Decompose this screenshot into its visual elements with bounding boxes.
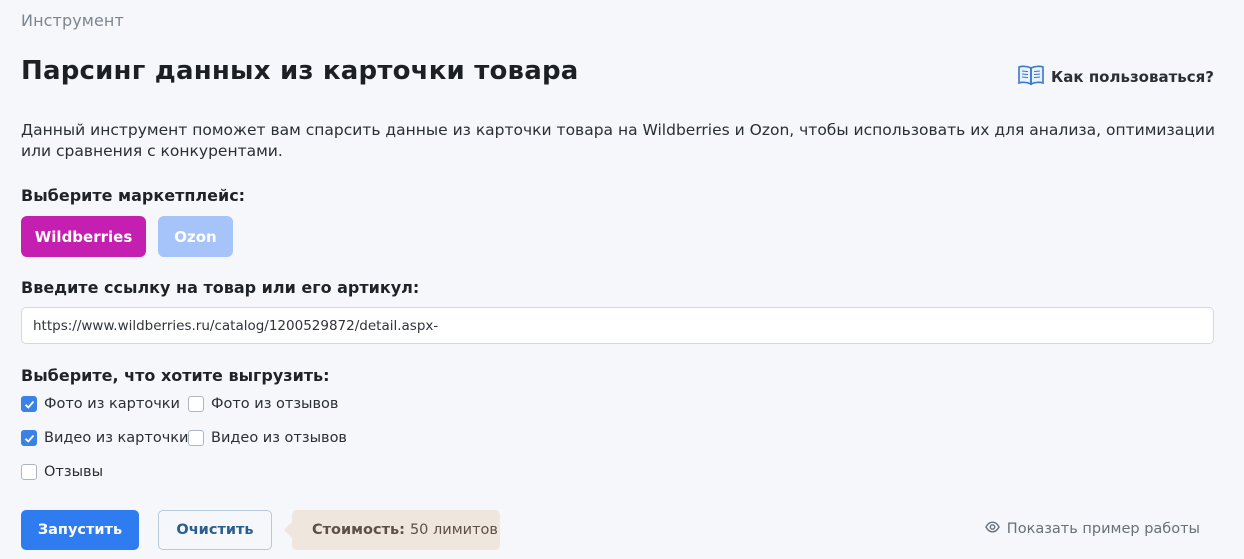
run-button[interactable]: Запустить <box>21 510 139 550</box>
cost-label: Стоимость: <box>312 522 405 538</box>
tool-description: Данный инструмент поможет вам спарсить д… <box>21 121 1215 160</box>
product-link-input[interactable] <box>21 307 1214 344</box>
checkbox-review-photos[interactable]: Фото из отзывов <box>188 396 338 412</box>
help-link[interactable]: Как пользоваться? <box>1017 64 1214 90</box>
checkbox-label: Видео из отзывов <box>211 430 347 446</box>
marketplace-label: Выберите маркетплейс: <box>21 186 246 205</box>
marketplace-ozon-button[interactable]: Ozon <box>158 216 233 257</box>
checkbox-label: Видео из карточки <box>44 430 189 446</box>
marketplace-wildberries-button[interactable]: Wildberries <box>21 216 146 257</box>
page-title: Парсинг данных из карточки товара <box>21 56 579 86</box>
checkbox-label: Фото из карточки <box>44 396 180 412</box>
checkbox-card-videos[interactable]: Видео из карточки <box>21 430 188 446</box>
checkbox-label: Отзывы <box>44 464 104 480</box>
product-link-label: Введите ссылку на товар или его артикул: <box>21 278 420 297</box>
checkbox-reviews[interactable]: Отзывы <box>21 464 103 480</box>
clear-button[interactable]: Очистить <box>158 510 272 550</box>
checkbox-unchecked-icon[interactable] <box>188 430 204 446</box>
checkbox-card-photos[interactable]: Фото из карточки <box>21 396 180 412</box>
show-example-label: Показать пример работы <box>1006 521 1200 537</box>
export-options-label: Выберите, что хотите выгрузить: <box>21 366 330 385</box>
checkbox-checked-icon[interactable] <box>21 430 37 446</box>
show-example-link[interactable]: Показать пример работы <box>985 521 1200 537</box>
eye-icon <box>985 521 1000 537</box>
checkbox-unchecked-icon[interactable] <box>21 464 37 480</box>
checkbox-checked-icon[interactable] <box>21 396 37 412</box>
checkbox-unchecked-icon[interactable] <box>188 396 204 412</box>
cost-badge: Стоимость: 50 лимитов <box>284 510 500 550</box>
cost-value: 50 лимитов <box>409 522 498 538</box>
breadcrumb[interactable]: Инструмент <box>21 11 124 30</box>
checkbox-label: Фото из отзывов <box>211 396 339 412</box>
book-icon <box>1017 64 1045 90</box>
checkbox-review-videos[interactable]: Видео из отзывов <box>188 430 347 446</box>
help-link-label: Как пользоваться? <box>1051 68 1214 86</box>
